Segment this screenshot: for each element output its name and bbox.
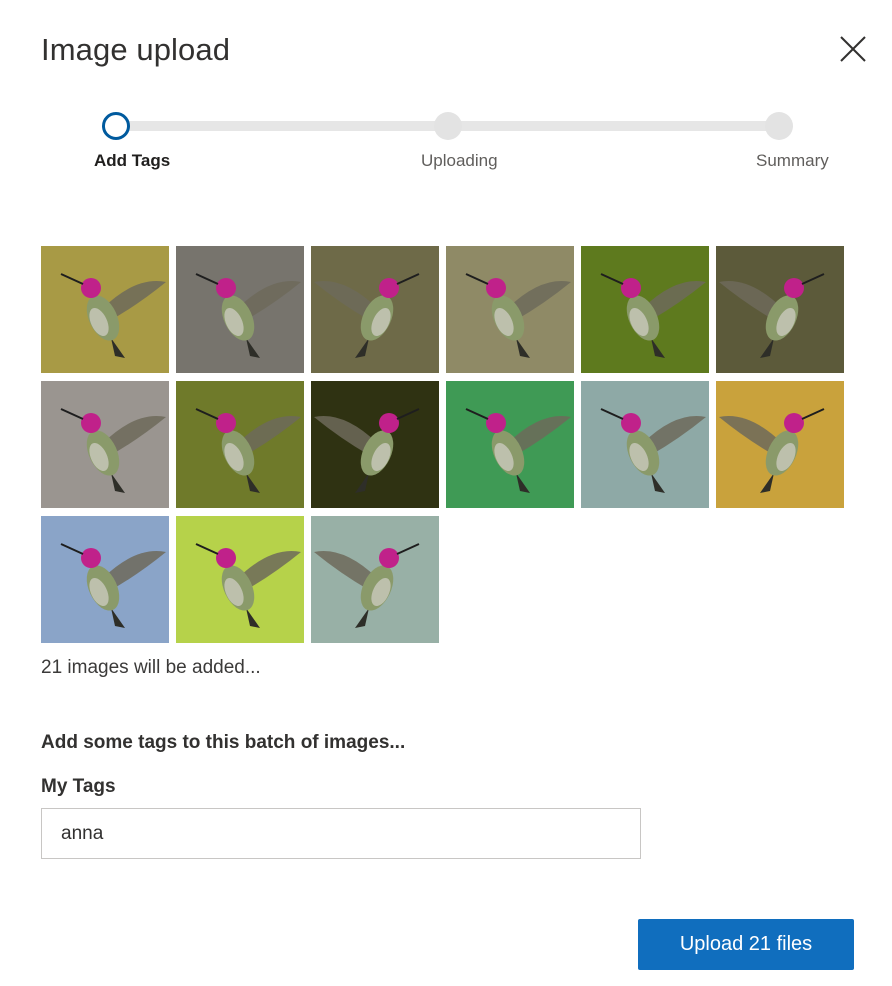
thumbnail-image — [41, 516, 169, 643]
hummingbird-photo — [716, 246, 844, 373]
step-circle-add-tags — [102, 112, 130, 140]
thumbnail-image — [581, 381, 709, 508]
image-count-text: 21 images will be added... — [41, 657, 261, 678]
upload-files-button[interactable]: Upload 21 files — [638, 919, 854, 970]
thumbnail-image — [446, 246, 574, 373]
thumbnail-image — [716, 246, 844, 373]
hummingbird-photo — [41, 246, 169, 373]
hummingbird-photo — [311, 516, 439, 643]
progress-stepper: Add Tags Uploading Summary — [0, 0, 892, 200]
thumbnail-image — [311, 381, 439, 508]
thumbnail-image — [176, 516, 304, 643]
thumbnail-image — [716, 381, 844, 508]
my-tags-label: My Tags — [41, 776, 116, 797]
thumbnail-image — [41, 246, 169, 373]
thumbnail-image — [311, 516, 439, 643]
thumbnail-image — [581, 246, 709, 373]
my-tags-input[interactable] — [41, 808, 641, 859]
thumbnail-image — [311, 246, 439, 373]
thumbnail-image — [41, 381, 169, 508]
step-circle-summary — [765, 112, 793, 140]
hummingbird-photo — [446, 381, 574, 508]
hummingbird-photo — [311, 381, 439, 508]
hummingbird-photo — [581, 381, 709, 508]
thumbnail-image — [176, 246, 304, 373]
hummingbird-photo — [176, 246, 304, 373]
step-label-summary: Summary — [756, 151, 829, 170]
hummingbird-photo — [716, 381, 844, 508]
hummingbird-photo — [311, 246, 439, 373]
thumbnail-image — [446, 381, 574, 508]
hummingbird-photo — [41, 516, 169, 643]
tags-heading: Add some tags to this batch of images... — [41, 732, 406, 753]
hummingbird-photo — [41, 381, 169, 508]
hummingbird-photo — [176, 381, 304, 508]
thumbnail-image — [176, 381, 304, 508]
step-label-add-tags: Add Tags — [94, 151, 171, 170]
image-upload-dialog: Image upload Add Tags Uploading Summary … — [0, 0, 892, 986]
hummingbird-photo — [446, 246, 574, 373]
step-label-uploading: Uploading — [421, 151, 498, 170]
hummingbird-photo — [176, 516, 304, 643]
step-circle-uploading — [434, 112, 462, 140]
hummingbird-photo — [581, 246, 709, 373]
